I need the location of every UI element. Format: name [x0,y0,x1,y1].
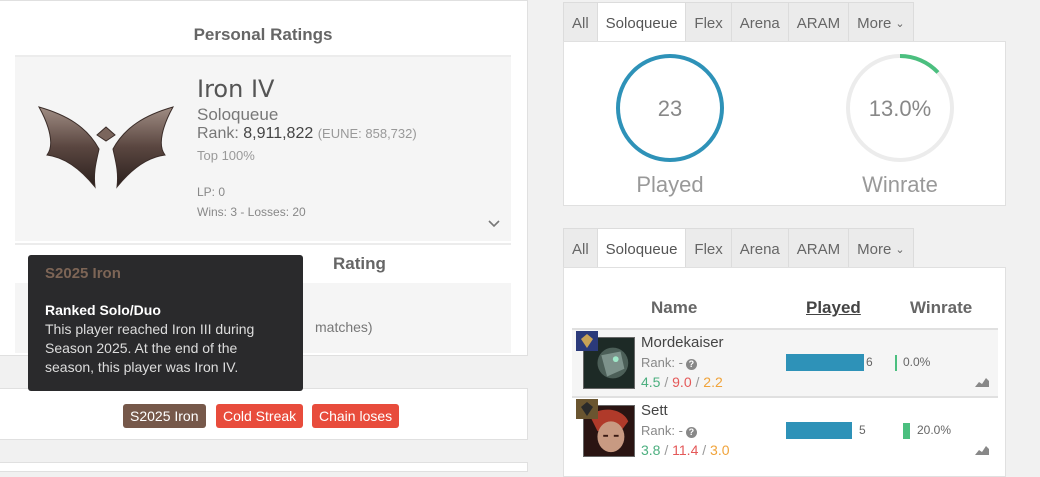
wins-losses: Wins: 3 - Losses: 20 [197,205,306,219]
tab-more[interactable]: More ⌄ [848,2,914,44]
tab-aram[interactable]: ARAM [787,2,849,44]
tab-flex[interactable]: Flex [685,228,731,270]
winrate-bar [903,423,910,439]
rank-value: 8,911,822 [243,125,314,142]
winrate-value: 13.0% [869,96,931,121]
column-header-name[interactable]: Name [651,298,697,318]
table-row[interactable]: Mordekaiser Rank: -? 4.5 / 9.0 / 2.2 6 0… [572,328,998,396]
tab-more-label: More [857,241,892,258]
tooltip-heading: Ranked Solo/Duo [45,302,161,318]
winrate-ring-icon: 13.0% [846,54,954,162]
tab-flex[interactable]: Flex [685,2,731,44]
help-icon[interactable]: ? [685,427,697,438]
tag-s2025-iron[interactable]: S2025 Iron [123,404,206,428]
tab-soloqueue[interactable]: Soloqueue [596,228,686,270]
champion-rank: Rank: -? [641,423,697,438]
personal-ratings-title: Personal Ratings [15,15,511,57]
champion-rank-text: Rank: - [641,355,683,370]
rank-line: Rank: 8,911,822 (EUNE: 858,732) [197,125,417,143]
champion-name[interactable]: Mordekaiser [641,334,724,351]
trend-chart-icon[interactable] [975,444,989,455]
tag-chain-loses[interactable]: Chain loses [312,404,400,428]
tag-cold-streak[interactable]: Cold Streak [216,404,304,428]
tooltip-body: This player reached Iron III during Seas… [45,321,255,375]
tab-all[interactable]: All [563,2,597,44]
mastery-badge-icon [576,399,598,419]
queue-tabs-top: All Soloqueue Flex Arena ARAM More ⌄ [563,2,914,44]
champion-rank: Rank: -? [641,355,697,370]
chevron-down-icon: ⌄ [895,18,905,30]
champion-kda: 4.5 / 9.0 / 2.2 [641,374,723,390]
queue-tabs-bottom: All Soloqueue Flex Arena ARAM More ⌄ [563,228,914,270]
tier-name: Iron IV [197,75,275,103]
kda-deaths: 11.4 [672,442,699,458]
column-header-winrate[interactable]: Winrate [910,298,972,318]
tab-arena[interactable]: Arena [730,228,788,270]
tab-aram[interactable]: ARAM [787,228,849,270]
soloqueue-rating-box: Iron IV Soloqueue Rank: 8,911,822 (EUNE:… [15,57,511,241]
champion-rank-text: Rank: - [641,423,683,438]
played-label: Played [636,172,704,197]
tab-more[interactable]: More ⌄ [848,228,914,270]
queue-name: Soloqueue [197,105,279,124]
tab-arena[interactable]: Arena [730,2,788,44]
kda-deaths: 9.0 [672,374,692,390]
tab-more-label: More [857,15,892,32]
mastery-badge-icon [576,331,598,351]
chevron-down-icon[interactable] [487,217,501,231]
column-header-played[interactable]: Played [806,298,861,318]
next-card [0,462,528,472]
region-rank: (EUNE: 858,732) [317,126,417,141]
kda-assists: 2.2 [703,374,723,390]
flex-rating-subtitle: matches) [315,319,373,335]
played-value: 23 [658,96,682,121]
tab-soloqueue[interactable]: Soloqueue [596,2,686,44]
winrate-value: 0.0% [903,355,931,369]
trend-chart-icon[interactable] [975,376,989,387]
winrate-bar [895,355,897,371]
tooltip-title: S2025 Iron [45,265,121,282]
played-bar [786,422,852,439]
champion-name[interactable]: Sett [641,402,668,419]
flex-rating-title-text: Rating [333,254,386,273]
played-count: 5 [859,423,866,437]
winrate-label: Winrate [862,172,938,197]
kda-kills: 4.5 [641,374,661,390]
rank-label: Rank: [197,125,239,142]
winrate-value: 20.0% [917,423,952,437]
champions-table-card: Name Played Winrate Mordekaiser Rank: -?… [563,267,1006,477]
chevron-down-icon: ⌄ [895,244,905,256]
table-row[interactable]: Sett Rank: -? 3.8 / 11.4 / 3.0 5 20.0% [572,396,998,464]
top-percent: Top 100% [197,148,255,163]
tab-all[interactable]: All [563,228,597,270]
lp-value: LP: 0 [197,185,226,199]
help-icon[interactable]: ? [685,359,697,370]
played-count: 6 [866,355,873,369]
rank-history-tooltip: S2025 Iron Ranked Solo/Duo This player r… [28,255,303,391]
played-ring-icon: 23 [616,54,724,162]
champion-kda: 3.8 / 11.4 / 3.0 [641,442,730,458]
played-bar [786,354,864,371]
kda-kills: 3.8 [641,442,661,458]
queue-stats-card: 23 Played 13.0% Winrate [563,41,1006,206]
kda-assists: 3.0 [710,442,730,458]
tags-card: S2025 Iron Cold Streak Chain loses [0,388,528,440]
iron-rank-emblem-icon [37,106,175,189]
